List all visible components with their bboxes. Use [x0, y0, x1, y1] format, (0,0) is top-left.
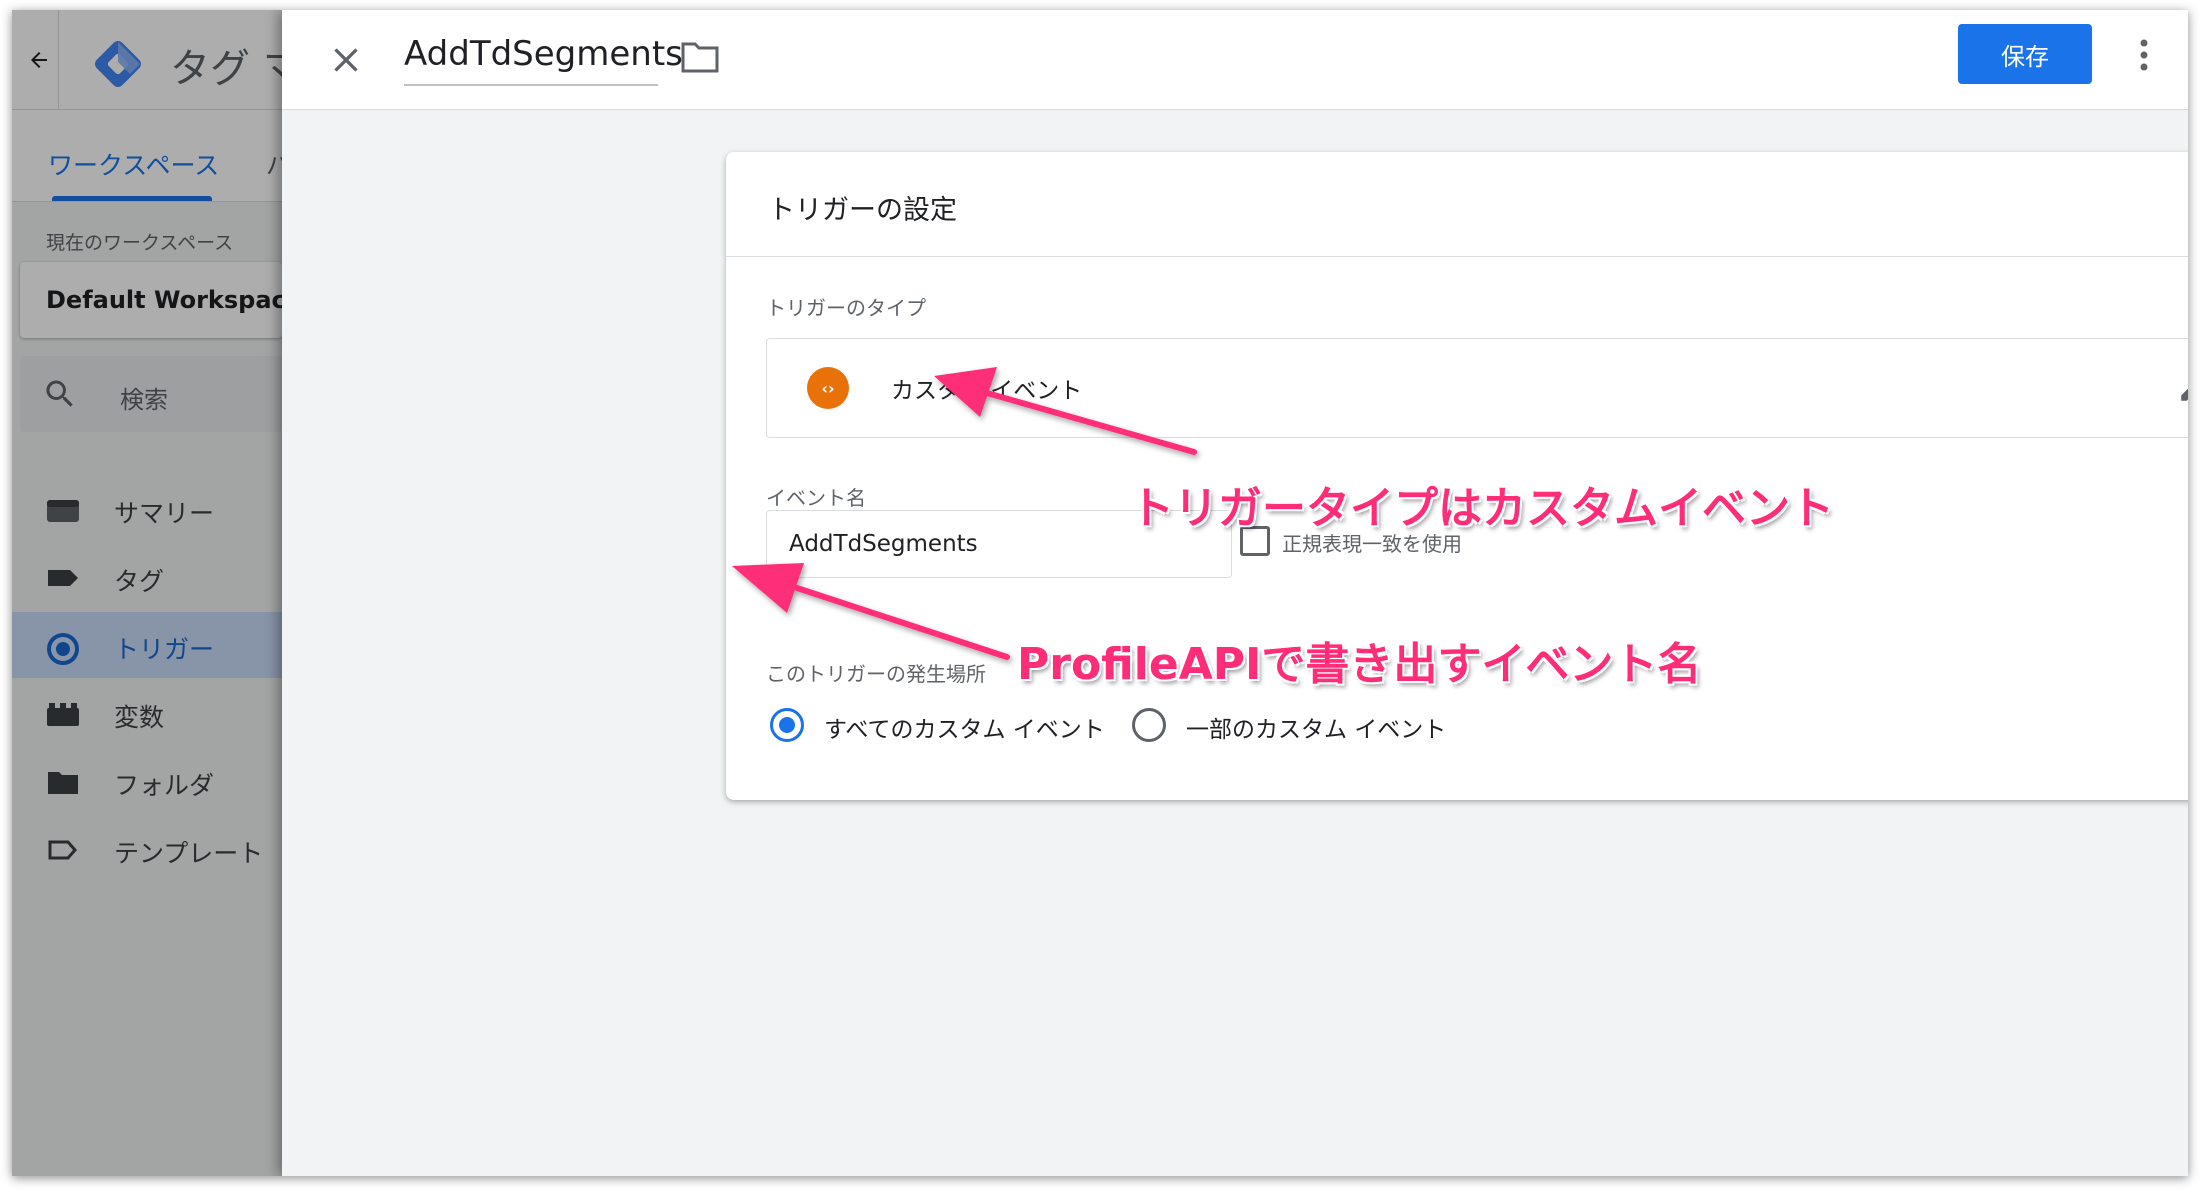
custom-event-icon: ‹› — [807, 367, 849, 409]
all-custom-events-radio[interactable] — [770, 708, 804, 742]
trigger-name: AddTdSegments — [404, 34, 683, 74]
some-custom-events-radio[interactable] — [1132, 708, 1166, 742]
event-name-value: AddTdSegments — [789, 531, 978, 557]
some-custom-events-label: 一部のカスタム イベント — [1186, 717, 1447, 743]
all-custom-events-label: すべてのカスタム イベント — [824, 717, 1105, 743]
modal-scrim[interactable] — [12, 10, 282, 1176]
app-sidebar: タグ マ ワークスペース バ 現在のワークスペース Default Worksp… — [12, 10, 303, 1176]
more-options-icon[interactable] — [2136, 36, 2152, 74]
trigger-editor-panel: AddTdSegments 保存 トリガーの設定 トリガーのタイプ ‹› カスタ… — [282, 10, 2188, 1176]
trigger-type-label: トリガーのタイプ — [766, 296, 926, 320]
card-title: トリガーの設定 — [768, 195, 957, 226]
annotation-trigger-type: トリガータイプはカスタムイベント — [1130, 483, 1834, 534]
folder-outline-icon[interactable] — [680, 40, 720, 74]
save-button[interactable]: 保存 — [1958, 24, 2092, 84]
event-name-label: イベント名 — [766, 486, 866, 510]
fires-on-label: このトリガーの発生場所 — [766, 662, 986, 686]
trigger-type-selector[interactable]: ‹› カスタム イベント — [766, 338, 2188, 438]
annotation-event-name: ProfileAPIで書き出すイベント名 — [1017, 639, 1702, 690]
pencil-icon[interactable] — [2177, 371, 2188, 405]
close-icon[interactable] — [326, 40, 366, 80]
trigger-name-field[interactable]: AddTdSegments — [404, 34, 683, 86]
screenshot-frame: タグ マ ワークスペース バ 現在のワークスペース Default Worksp… — [12, 10, 2188, 1176]
card-divider — [726, 256, 2188, 257]
panel-header: AddTdSegments 保存 — [282, 10, 2188, 110]
trigger-type-name: カスタム イベント — [891, 378, 1083, 404]
